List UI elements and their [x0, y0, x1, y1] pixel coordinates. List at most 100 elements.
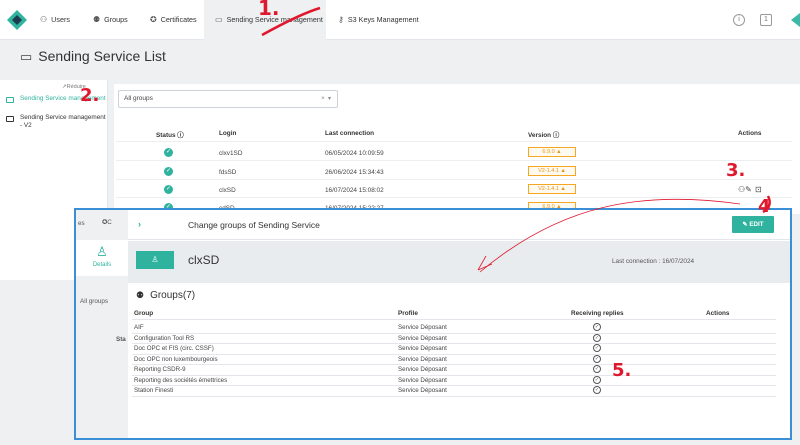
nav-tab-groups[interactable]: ⚉ Groups: [93, 0, 128, 40]
annotation-step-1: 1.: [258, 0, 280, 20]
modal-title: Change groups of Sending Service: [188, 220, 320, 230]
users-icon: ⚇: [40, 15, 48, 24]
group-name-cell: Doc OPC et FIS (circ. CSSF): [134, 345, 214, 352]
monitor-icon: [6, 116, 14, 122]
last-connection-cell: 16/07/2024 15:08:02: [325, 187, 384, 194]
sidebar-item-label: Sending Service management - V2: [20, 114, 106, 129]
login-cell: clxv1SD: [219, 150, 243, 157]
receiving-replies-check-icon: ✓: [593, 365, 601, 373]
row-divider: [116, 160, 792, 161]
chevron-right-icon[interactable]: ›: [138, 219, 141, 229]
edit-button[interactable]: ✎ EDIT: [732, 216, 774, 233]
key-icon: ⚷: [338, 15, 344, 24]
page-title: ▭ Sending Service List: [20, 48, 166, 65]
column-status[interactable]: Status ⓘ: [156, 130, 184, 139]
receiving-replies-check-icon: ✓: [593, 333, 601, 342]
group-name-cell: Reporting des sociétés émettrices: [134, 376, 228, 384]
group-profile-cell: Service Déposant: [398, 355, 447, 363]
nav-tab-s3-keys[interactable]: ⚷ S3 Keys Management: [338, 0, 419, 40]
login-cell: clxSD: [219, 187, 236, 194]
edit-label: EDIT: [749, 221, 764, 228]
certificate-icon: ✪: [150, 15, 157, 24]
nav-tab-label: Certificates: [160, 15, 197, 24]
row-divider: [116, 179, 792, 180]
annotation-step-4: 4: [758, 196, 771, 217]
change-groups-modal: es ✪C ♙ Details All groups Sta › Change …: [74, 208, 792, 440]
chevron-down-icon[interactable]: ▾: [328, 96, 331, 102]
nav-tab-users[interactable]: ⚇ Users: [40, 0, 70, 40]
groups-icon: ⚉: [136, 290, 145, 300]
collapse-arrow-icon[interactable]: [791, 13, 800, 27]
left-tab-label: es: [78, 220, 85, 227]
select-controls[interactable]: × ▾: [321, 91, 331, 107]
receiving-replies-check-icon: ✓: [593, 323, 601, 331]
modal-header: › Change groups of Sending Service ✎ EDI…: [128, 210, 790, 240]
group-filter-value: All groups: [124, 95, 153, 102]
group-name-cell: AIF: [134, 324, 144, 331]
person-icon: ♙: [96, 244, 108, 259]
row-divider: [132, 364, 776, 365]
group-name-cell: Configuration Tool RS: [134, 334, 195, 342]
column-actions: Actions: [706, 310, 730, 317]
row-divider: [116, 197, 792, 198]
group-name-cell: Station Finesti: [134, 387, 174, 394]
person-icon: ♙: [136, 251, 174, 269]
left-filter-label: All groups: [80, 298, 109, 305]
nav-tab-label: S3 Keys Management: [347, 15, 419, 24]
group-filter-select[interactable]: All groups × ▾: [118, 90, 338, 108]
notification-icon[interactable]: 1: [760, 14, 772, 26]
certificate-icon: ✪C: [102, 219, 112, 226]
login-cell: fdsSD: [219, 169, 237, 176]
row-divider: [132, 353, 776, 355]
service-name: clxSD: [188, 253, 220, 267]
monitor-icon: ▭: [215, 15, 223, 24]
details-tab[interactable]: ♙ Details: [76, 240, 128, 276]
row-divider: [132, 343, 776, 344]
version-text: 6.9.0: [542, 149, 555, 155]
status-ok-icon: ✓: [164, 148, 173, 157]
app-logo-icon[interactable]: [6, 9, 28, 31]
version-text: V2-1.4.1: [538, 168, 559, 174]
left-status-label: Sta: [116, 336, 126, 343]
column-version[interactable]: Version ⓘ: [528, 130, 559, 139]
column-login[interactable]: Login: [219, 130, 236, 137]
groups-title: ⚉ Groups(7): [136, 290, 195, 301]
groups-title-text: Groups(7): [150, 290, 196, 301]
version-badge: V2-1.4.1 ▲: [528, 184, 576, 194]
column-last-connection[interactable]: Last connection: [325, 130, 374, 137]
lock-icon[interactable]: ⊡: [755, 185, 762, 194]
sending-service-list: All groups × ▾ Status ⓘ Login Last conne…: [114, 84, 800, 214]
service-info-bar: ♙ clxSD Last connection : 16/07/2024: [128, 241, 790, 283]
monitor-icon: [6, 97, 14, 103]
modal-left-panel: es ✪C ♙ Details All groups Sta: [76, 210, 128, 438]
edit-groups-icon[interactable]: ⚇✎: [738, 185, 752, 194]
row-divider: [132, 319, 776, 320]
annotation-step-2: 2.: [80, 85, 100, 106]
group-profile-cell: Service Déposant: [398, 376, 447, 384]
group-name-cell: Reporting CSDR-9: [134, 366, 186, 373]
row-divider: [116, 141, 792, 142]
row-divider: [132, 374, 776, 376]
row-divider: [132, 332, 776, 334]
info-icon[interactable]: i: [733, 14, 745, 26]
page-title-text: Sending Service List: [38, 48, 166, 64]
nav-tab-certificates[interactable]: ✪ Certificates: [150, 0, 197, 40]
last-connection-info: Last connection : 16/07/2024: [612, 258, 695, 265]
annotation-step-5: 5.: [612, 360, 632, 381]
nav-tab-label: Users: [51, 15, 70, 24]
nav-tab-label: Groups: [104, 15, 128, 24]
annotation-step-3: 3.: [726, 160, 746, 181]
clear-icon[interactable]: ×: [321, 96, 325, 102]
group-profile-cell: Service Déposant: [398, 334, 447, 342]
receiving-replies-check-icon: ✓: [593, 386, 601, 394]
group-profile-cell: Service Déposant: [398, 387, 447, 394]
column-group: Group: [134, 310, 154, 317]
version-text: V2-1.4.1: [538, 186, 559, 192]
version-badge: V2-1.4.1 ▲: [528, 166, 576, 176]
receiving-replies-check-icon: ✓: [593, 354, 601, 363]
sidebar-item-sending-service-v2[interactable]: Sending Service management - V2: [0, 114, 108, 129]
monitor-icon: ▭: [20, 49, 33, 64]
group-name-cell: Doc OPC non luxembourgeois: [134, 355, 218, 363]
row-divider: [132, 385, 776, 386]
row-divider: [132, 395, 776, 397]
